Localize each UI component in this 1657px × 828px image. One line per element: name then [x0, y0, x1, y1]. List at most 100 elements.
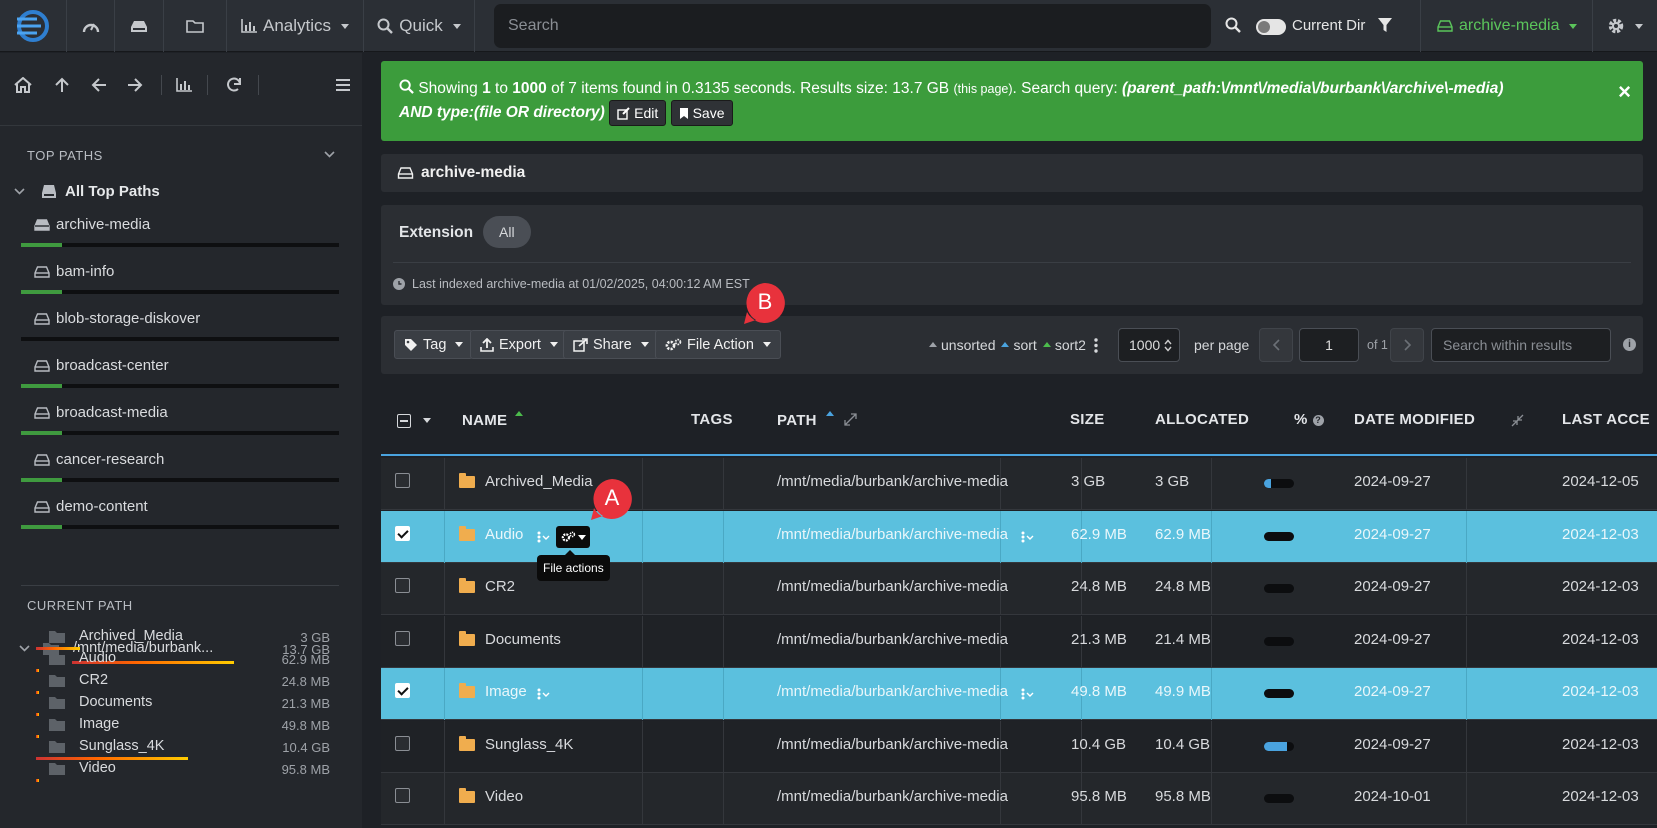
extension-all-pill[interactable]: All [483, 216, 531, 248]
share-button[interactable]: Share [563, 330, 659, 359]
tag-button[interactable]: Tag [394, 330, 474, 359]
index-selector[interactable]: archive-media [1437, 0, 1578, 52]
top-path-item[interactable]: broadcast-media [34, 404, 168, 421]
all-top-paths[interactable]: All Top Paths [14, 183, 160, 200]
current-path-child[interactable]: Video [49, 760, 116, 776]
current-path-child[interactable]: Archived_Media [49, 628, 183, 644]
column-percent[interactable]: %? [1294, 411, 1324, 428]
column-size[interactable]: SIZE [1070, 411, 1105, 428]
edit-query-button[interactable]: Edit [609, 100, 667, 126]
current-path-child[interactable]: Sunglass_4K [49, 738, 164, 754]
arrow-left-icon[interactable] [87, 73, 111, 97]
bar-chart-icon[interactable] [172, 73, 196, 97]
file-actions-button[interactable] [556, 526, 590, 548]
table-row[interactable]: Image/mnt/media/burbank/archive-media 49.… [381, 668, 1657, 720]
row-path[interactable]: /mnt/media/burbank/archive-media [777, 683, 1008, 700]
home-icon[interactable] [11, 73, 35, 97]
row-checkbox[interactable] [395, 735, 410, 751]
select-all-checkbox[interactable] [397, 414, 411, 428]
refresh-icon[interactable] [222, 73, 246, 97]
current-path-child[interactable]: Documents [49, 694, 152, 710]
current-dir-toggle[interactable] [1256, 19, 1286, 35]
prev-page-button[interactable] [1259, 328, 1293, 362]
table-row[interactable]: Sunglass_4K/mnt/media/burbank/archive-me… [381, 720, 1657, 773]
table-row[interactable]: Video/mnt/media/burbank/archive-media 95.… [381, 773, 1657, 825]
quick-menu[interactable]: Quick [364, 0, 474, 52]
top-path-item[interactable]: blob-storage-diskover [34, 310, 200, 327]
row-path[interactable]: /mnt/media/burbank/archive-media [777, 578, 1008, 595]
column-name[interactable]: NAME [462, 411, 527, 429]
diskover-logo[interactable] [0, 0, 66, 52]
analytics-menu[interactable]: Analytics [227, 0, 363, 52]
row-path[interactable]: /mnt/media/burbank/archive-media [777, 736, 1008, 753]
row-checkbox[interactable] [395, 683, 410, 698]
expand-icon[interactable] [844, 413, 857, 426]
per-page-select[interactable]: 1000 [1118, 328, 1180, 362]
breadcrumb-label[interactable]: archive-media [421, 164, 525, 182]
row-checkbox[interactable] [395, 630, 410, 646]
info-icon[interactable]: i [1623, 338, 1636, 351]
top-path-item[interactable]: broadcast-center [34, 357, 169, 374]
more-options-icon[interactable] [1021, 531, 1035, 543]
column-tags[interactable]: TAGS [691, 411, 733, 428]
sort-label: sort [1013, 337, 1037, 353]
row-name[interactable]: Image [485, 683, 527, 700]
help-icon[interactable]: ? [1312, 415, 1324, 426]
more-options-icon[interactable] [537, 531, 551, 543]
chevron-down-icon[interactable] [423, 418, 431, 423]
more-options-icon[interactable] [1021, 688, 1035, 700]
settings-menu[interactable] [1593, 0, 1657, 52]
chevron-down-icon[interactable] [324, 151, 335, 158]
top-path-item[interactable]: demo-content [34, 498, 148, 515]
row-name[interactable]: CR2 [485, 578, 515, 595]
row-name[interactable]: Archived_Media [485, 473, 593, 490]
row-name[interactable]: Audio [485, 526, 523, 543]
row-checkbox[interactable] [395, 788, 410, 803]
file-browser-button[interactable] [164, 0, 226, 52]
more-options-icon[interactable] [537, 688, 551, 700]
current-path-child[interactable]: CR2 [49, 672, 108, 688]
current-path-child[interactable]: Audio [49, 650, 116, 666]
close-icon[interactable]: × [1618, 81, 1631, 103]
row-checkbox[interactable] [395, 578, 410, 593]
storage-button[interactable] [115, 0, 163, 52]
row-name[interactable]: Sunglass_4K [485, 736, 573, 753]
arrow-right-icon[interactable] [123, 73, 147, 97]
hdd-icon [1437, 20, 1453, 32]
top-path-item[interactable]: cancer-research [34, 451, 164, 468]
column-path[interactable]: PATH [777, 411, 857, 429]
row-name[interactable]: Video [485, 788, 523, 805]
row-path[interactable]: /mnt/media/burbank/archive-media [777, 788, 1008, 805]
table-row[interactable]: Documents/mnt/media/burbank/archive-medi… [381, 615, 1657, 668]
dashboard-button[interactable] [67, 0, 114, 52]
next-page-button[interactable] [1390, 328, 1424, 362]
column-last-accessed[interactable]: LAST ACCE [1562, 411, 1650, 428]
search-input[interactable] [494, 4, 1211, 48]
top-path-item[interactable]: bam-info [34, 263, 114, 280]
collapse-icon[interactable] [1511, 414, 1524, 427]
file-action-button[interactable]: File Action [655, 330, 781, 359]
unsorted-link[interactable]: unsorted [929, 337, 995, 353]
search-within-input[interactable] [1431, 328, 1611, 362]
filter-icon[interactable] [1377, 17, 1393, 33]
arrow-up-icon[interactable] [50, 73, 74, 97]
sort-link[interactable]: sort [1001, 337, 1037, 353]
more-vertical-icon[interactable] [1094, 337, 1098, 353]
row-path[interactable]: /mnt/media/burbank/archive-media [777, 631, 1008, 648]
row-name[interactable]: Documents [485, 631, 561, 648]
current-path-child[interactable]: Image [49, 716, 119, 732]
row-path[interactable]: /mnt/media/burbank/archive-media [777, 526, 1008, 543]
column-allocated[interactable]: ALLOCATED [1155, 411, 1249, 428]
sort2-link[interactable]: sort2 [1042, 337, 1086, 353]
save-query-button[interactable]: Save [670, 100, 733, 126]
row-checkbox[interactable] [395, 473, 410, 488]
column-date-modified[interactable]: DATE MODIFIED [1354, 411, 1475, 428]
table-row[interactable]: Archived_Media/mnt/media/burbank/archive… [381, 458, 1657, 510]
page-input[interactable]: 1 [1299, 328, 1359, 362]
search-icon[interactable] [1225, 17, 1241, 33]
row-checkbox[interactable] [395, 525, 410, 541]
row-path[interactable]: /mnt/media/burbank/archive-media [777, 473, 1008, 490]
menu-icon[interactable] [331, 73, 355, 97]
top-path-item[interactable]: archive-media [34, 216, 150, 233]
export-button[interactable]: Export [470, 330, 568, 359]
